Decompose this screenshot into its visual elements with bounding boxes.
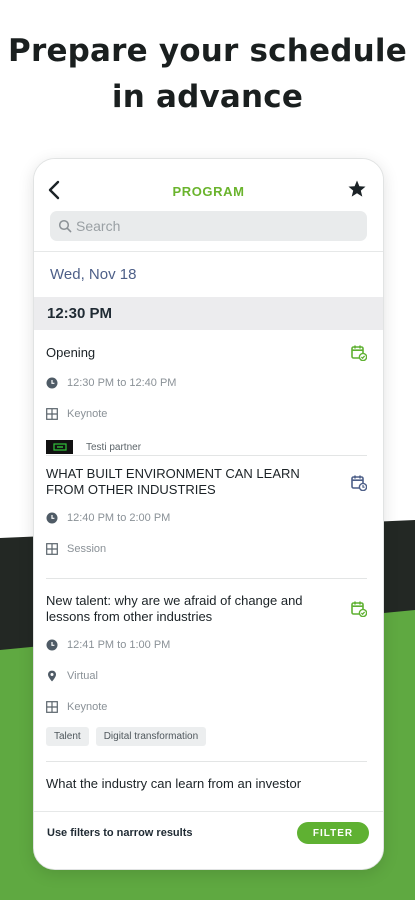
time-group-header: 12:30 PM [34,297,383,330]
partner-logo [46,440,73,454]
app-header: PROGRAM [34,159,383,251]
session-tags: Talent Digital transformation [46,727,367,746]
date-header: Wed, Nov 18 [34,251,383,297]
clock-icon [46,639,58,651]
session-item[interactable]: WHAT BUILT ENVIRONMENT CAN LEARN FROM OT… [46,456,367,579]
time-group-label: 12:30 PM [47,305,113,322]
add-to-calendar-icon[interactable] [351,601,367,617]
promo-headline: Prepare your schedule in advance [0,28,415,120]
session-time-text: 12:30 PM to 12:40 PM [67,377,177,389]
filter-bar: Use filters to narrow results FILTER [34,811,383,869]
phone-screen: PROGRAM Wed, Nov 18 12:30 PM Opening [33,158,384,870]
session-time: 12:41 PM to 1:00 PM [46,638,367,652]
partner-logo-icon [52,443,67,451]
session-title: New talent: why are we afraid of change … [46,593,303,624]
search-icon [58,219,72,233]
session-title: Opening [46,345,96,360]
session-time-text: 12:40 PM to 2:00 PM [67,512,171,524]
star-icon[interactable] [347,179,367,199]
search-bar [50,211,367,241]
session-time-text: 12:41 PM to 1:00 PM [67,639,171,651]
headline-line-2: in advance [111,79,304,115]
session-location: Virtual [46,669,367,683]
add-to-calendar-icon[interactable] [351,345,367,361]
session-type-icon [46,543,58,555]
session-time: 12:30 PM to 12:40 PM [46,376,367,390]
screen-title: PROGRAM [172,184,245,199]
clock-icon [46,377,58,389]
date-label: Wed, Nov 18 [50,266,137,283]
session-title: What the industry can learn from an inve… [46,776,302,791]
session-item[interactable]: Opening 12:30 PM to 12:40 PM Keynote Tes… [46,330,367,456]
session-time: 12:40 PM to 2:00 PM [46,511,367,525]
session-type-text: Keynote [67,408,108,420]
session-type-text: Session [67,543,107,555]
session-type: Keynote [46,700,367,714]
session-type-icon [46,408,58,420]
search-input[interactable] [76,211,356,241]
headline-line-1: Prepare your schedule [8,33,407,69]
clock-icon [46,512,58,524]
session-type: Session [46,542,367,556]
session-location-text: Virtual [67,670,98,682]
session-item[interactable]: New talent: why are we afraid of change … [46,579,367,762]
session-type: Keynote [46,407,367,421]
session-title: WHAT BUILT ENVIRONMENT CAN LEARN FROM OT… [46,466,300,497]
session-partner: Testi partner [46,440,367,454]
session-type-icon [46,701,58,713]
add-to-calendar-icon[interactable] [351,475,367,491]
tag[interactable]: Talent [46,727,89,746]
partner-name: Testi partner [86,441,142,453]
filter-hint: Use filters to narrow results [47,827,193,839]
session-type-text: Keynote [67,701,108,713]
tag[interactable]: Digital transformation [95,727,207,746]
location-pin-icon [48,670,56,682]
filter-button[interactable]: FILTER [297,822,369,844]
